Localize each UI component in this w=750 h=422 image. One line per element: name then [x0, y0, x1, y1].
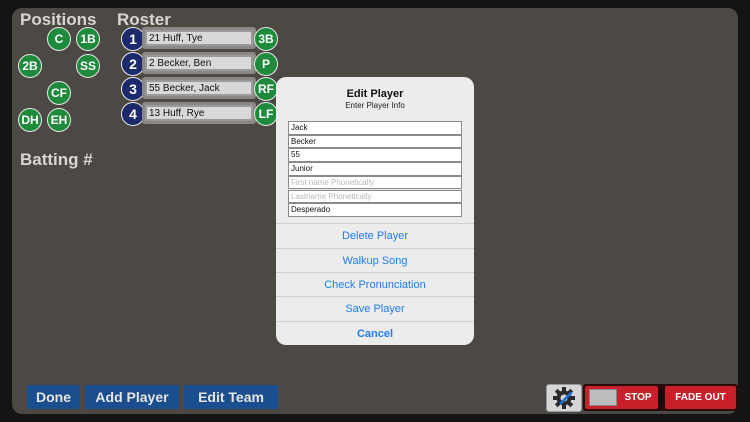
cancel-button[interactable]: Cancel [276, 321, 474, 345]
settings-button[interactable] [546, 384, 582, 412]
roster-player-name[interactable]: 21 Huff, Tye [144, 29, 254, 47]
position-chip-1b[interactable]: 1B [76, 27, 100, 51]
nickname-field[interactable]: Junior [288, 162, 462, 176]
roster-player-name[interactable]: 55 Becker, Jack [144, 79, 254, 97]
last-name-field[interactable]: Becker [288, 134, 462, 149]
roster-position-chip[interactable]: RF [254, 77, 278, 101]
fade-out-button[interactable]: FADE OUT [665, 386, 736, 409]
roster-position-chip[interactable]: P [254, 52, 278, 76]
edit-player-dialog: Edit Player Enter Player Info Jack Becke… [276, 77, 474, 345]
position-chip-2b[interactable]: 2B [18, 54, 42, 78]
roster-player-name[interactable]: 2 Becker, Ben [144, 54, 254, 72]
roster-position-chip[interactable]: 3B [254, 27, 278, 51]
delete-player-button[interactable]: Delete Player [276, 223, 474, 248]
first-name-field[interactable]: Jack [288, 121, 462, 135]
stop-square-icon [589, 389, 617, 406]
save-player-button[interactable]: Save Player [276, 296, 474, 321]
last-name-phonetic-field[interactable]: Lastname Phonetically [288, 189, 462, 204]
check-pronunciation-button[interactable]: Check Pronunciation [276, 272, 474, 297]
roster-position-chip[interactable]: LF [254, 102, 278, 126]
stop-label: STOP [624, 392, 652, 403]
position-chip-c[interactable]: C [47, 27, 71, 51]
edit-team-button[interactable]: Edit Team [184, 385, 278, 409]
playback-controls: STOP FADE OUT [583, 384, 738, 411]
walkup-song-button[interactable]: Walkup Song [276, 248, 474, 273]
divider-play-icon [658, 387, 664, 408]
add-player-button[interactable]: Add Player [85, 385, 179, 409]
done-button[interactable]: Done [27, 385, 80, 409]
position-chip-dh[interactable]: DH [18, 108, 42, 132]
dialog-subtitle: Enter Player Info [345, 101, 405, 110]
batting-heading: Batting # [20, 150, 93, 169]
number-field[interactable]: 55 [288, 148, 462, 163]
gear-icon [553, 387, 575, 409]
dialog-title: Edit Player [346, 88, 404, 100]
position-chip-cf[interactable]: CF [47, 81, 71, 105]
position-chip-ss[interactable]: SS [76, 54, 100, 78]
stop-button[interactable]: STOP [585, 386, 658, 409]
nickname-phonetic-field[interactable]: Desperado [288, 203, 462, 217]
roster-player-name[interactable]: 13 Huff, Rye [144, 104, 254, 122]
position-chip-eh[interactable]: EH [47, 108, 71, 132]
first-name-phonetic-field[interactable]: First name Phonetically [288, 175, 462, 190]
